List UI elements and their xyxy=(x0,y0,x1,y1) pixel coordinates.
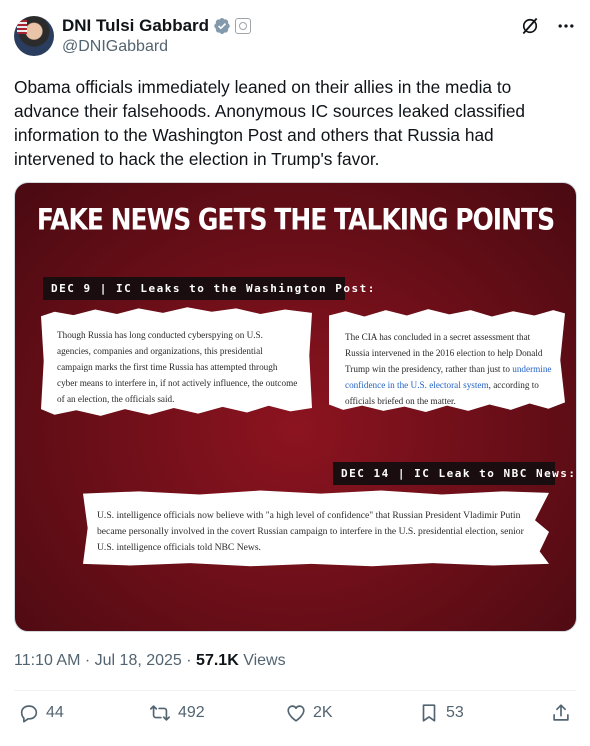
tweet-time[interactable]: 11:10 AM xyxy=(14,652,80,669)
like-button[interactable]: 2K xyxy=(285,702,333,724)
repost-button[interactable]: 492 xyxy=(148,702,205,724)
wapo-label: DEC 9 | IC Leaks to the Washington Post: xyxy=(43,277,374,300)
tweet-text: Obama officials immediately leaned on th… xyxy=(14,77,526,169)
reply-button[interactable]: 44 xyxy=(18,702,64,724)
tweet-meta: 11:10 AM · Jul 18, 2025 · 57.1K Views xyxy=(14,652,286,670)
tweet-media-image[interactable]: FAKE NEWS GETS THE TALKING POINTS DEC 9 … xyxy=(14,182,577,632)
bookmark-button[interactable]: 53 xyxy=(418,702,464,724)
like-count: 2K xyxy=(313,704,333,721)
government-badge-icon xyxy=(235,18,252,34)
share-button[interactable] xyxy=(550,702,572,724)
flag-icon xyxy=(17,20,27,34)
like-icon xyxy=(287,705,305,722)
bookmark-count: 53 xyxy=(446,704,464,721)
display-name[interactable]: DNI Tulsi Gabbard xyxy=(62,16,209,36)
wapo-clipping-1: Though Russia has long conducted cybersp… xyxy=(41,307,312,416)
grok-icon[interactable] xyxy=(520,16,540,36)
verified-badge-icon xyxy=(214,17,230,35)
avatar[interactable] xyxy=(14,16,54,56)
clipping-text: U.S. intelligence officials now believe … xyxy=(97,510,524,553)
meta-separator: · xyxy=(181,652,197,669)
wapo-clipping-2: The CIA has concluded in a secret assess… xyxy=(329,309,565,412)
tweet-date[interactable]: Jul 18, 2025 xyxy=(95,652,182,669)
views-label: Views xyxy=(238,652,286,669)
more-icon[interactable] xyxy=(556,16,576,36)
nbc-clipping: U.S. intelligence officials now believe … xyxy=(83,490,549,567)
bookmark-icon xyxy=(422,704,436,722)
clipping-text: Though Russia has long conducted cybersp… xyxy=(57,330,298,404)
handle[interactable]: @DNIGabbard xyxy=(62,38,168,56)
reply-count: 44 xyxy=(46,704,64,721)
nbc-label: DEC 14 | IC Leak to NBC News: xyxy=(333,462,575,485)
views-count: 57.1K xyxy=(196,652,239,669)
media-title: FAKE NEWS GETS THE TALKING POINTS xyxy=(36,202,555,237)
repost-count: 492 xyxy=(178,704,205,721)
meta-separator: · xyxy=(80,652,95,669)
repost-icon xyxy=(150,705,170,721)
share-icon xyxy=(553,704,569,721)
divider xyxy=(14,690,576,691)
tweet-header: DNI Tulsi Gabbard @DNIGabbard xyxy=(14,14,576,58)
name-row: DNI Tulsi Gabbard xyxy=(62,16,252,36)
reply-icon xyxy=(20,705,38,723)
header-actions xyxy=(520,16,576,36)
action-bar: 44 492 2K 53 xyxy=(16,702,574,730)
